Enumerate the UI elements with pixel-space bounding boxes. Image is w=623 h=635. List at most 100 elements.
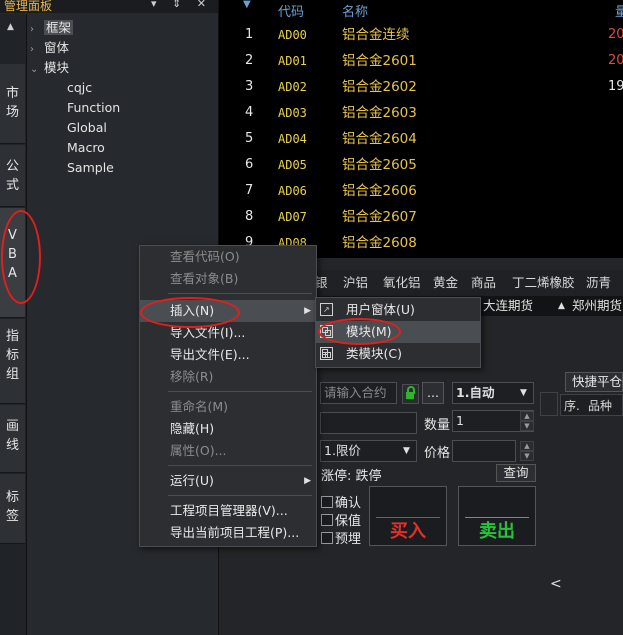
tree-leaf-sample[interactable]: Sample (67, 158, 114, 178)
confirm-checkbox[interactable] (321, 496, 333, 508)
row-code: AD03 (278, 106, 307, 120)
menu-rename[interactable]: 重命名(M) (140, 396, 316, 418)
cat-tab-butadiene-rubber[interactable]: 丁二烯橡胶 (512, 270, 575, 296)
quote-header: ▼ 代码 名称 量 (219, 0, 623, 22)
row-code: AD00 (278, 28, 307, 42)
submenu-userform[interactable]: ↗ 用户窗体(U) (316, 299, 480, 321)
cat-tab-shfe-aluminum[interactable]: 沪铝 (343, 270, 368, 296)
quote-table: ▼ 代码 名称 量 1 AD00 铝合金连续 20 2 AD01 铝合金2601 20 3 A… (219, 0, 623, 258)
hedge-label: 保值 (335, 514, 362, 529)
col-volume[interactable]: 量 (615, 1, 623, 20)
collapse-arrow-icon[interactable]: ⌄ (30, 60, 44, 80)
row-num: 1 (245, 27, 254, 42)
price-down-icon[interactable]: ▼ (520, 451, 534, 461)
cat-tab-asphalt[interactable]: 沥青 (586, 270, 611, 296)
table-row[interactable]: 5 AD04 铝合金2604 (219, 126, 623, 152)
row-code: AD01 (278, 54, 307, 68)
sell-label: 卖出 (479, 521, 515, 542)
submenu-arrow-icon: ▶ (304, 306, 311, 316)
row-name: 铝合金2605 (342, 157, 417, 173)
submenu-class-module[interactable]: 类模块(C) (316, 343, 480, 365)
prebuy-checkbox[interactable] (321, 532, 333, 544)
scroll-box[interactable] (540, 392, 558, 416)
menu-export-project[interactable]: 导出当前项目工程(P)... (140, 522, 316, 544)
menu-hide[interactable]: 隐藏(H) (140, 418, 316, 440)
table-row[interactable]: 7 AD06 铝合金2606 (219, 178, 623, 204)
buy-button[interactable]: 买入 (369, 486, 447, 546)
tab-drawing[interactable]: 画 线 (0, 405, 25, 473)
row-code: AD04 (278, 132, 307, 146)
tree-node-framework[interactable]: › 框架 (30, 18, 74, 40)
menu-view-code[interactable]: 查看代码(O) (140, 246, 316, 268)
sell-button[interactable]: 卖出 (458, 486, 536, 546)
tree-leaf-global[interactable]: Global (67, 118, 107, 138)
price-input[interactable] (452, 440, 516, 462)
tab-label[interactable]: 标 签 (0, 474, 25, 544)
contract-detail-field[interactable] (320, 412, 417, 434)
tree-leaf-function[interactable]: Function (67, 98, 120, 118)
vertical-tab-strip: ▲ 市 场 公 式 V B A 指 标 组 画 线 标 签 (0, 14, 27, 635)
menu-run[interactable]: 运行(U) ▶ (140, 470, 316, 492)
table-row[interactable]: 3 AD02 铝合金2602 19 (219, 74, 623, 100)
panel-title: 管理面板 (4, 0, 53, 13)
row-num: 5 (245, 131, 254, 146)
menu-properties[interactable]: 属性(O)... (140, 440, 316, 462)
tab-formula[interactable]: 公 式 (0, 145, 25, 207)
quantity-down-icon[interactable]: ▼ (520, 421, 534, 431)
tree-node-modules[interactable]: ⌄ 模块 (30, 58, 69, 78)
col-code[interactable]: 代码 (278, 1, 304, 20)
row-volume: 19 (608, 79, 623, 94)
confirm-label: 确认 (335, 496, 362, 511)
tree-node-forms[interactable]: › 窗体 (30, 38, 69, 58)
quick-close-button[interactable]: 快捷平仓 (565, 372, 623, 392)
triangle-up-icon: ▲ (558, 301, 565, 311)
lock-icon[interactable] (402, 384, 419, 404)
menu-remove[interactable]: 移除(R) (140, 366, 316, 388)
hedge-checkbox[interactable] (321, 514, 333, 526)
sort-dropdown-icon[interactable]: ▼ (243, 0, 251, 10)
userform-icon: ↗ (320, 303, 333, 316)
contract-input[interactable]: 请输入合约 (320, 382, 397, 404)
cat-tab-alumina[interactable]: 氧化铝 (383, 270, 421, 296)
chevron-down-icon[interactable]: ▼ (520, 388, 527, 398)
table-row[interactable]: 8 AD07 铝合金2607 (219, 204, 623, 230)
table-row[interactable]: 1 AD00 铝合金连续 20 (219, 22, 623, 48)
buy-label: 买入 (390, 521, 426, 542)
row-name: 铝合金2601 (342, 53, 417, 69)
menu-separator (168, 293, 312, 294)
row-name: 铝合金2607 (342, 209, 417, 225)
quantity-up-icon[interactable]: ▲ (520, 411, 534, 421)
panel-window-buttons[interactable]: ▾ ⇕ ✕ (151, 0, 212, 10)
row-num: 2 (245, 53, 254, 68)
limit-text: 涨停: 跌停 (321, 469, 382, 484)
menu-project-manager[interactable]: 工程项目管理器(V)... (140, 500, 316, 522)
price-up-icon[interactable]: ▲ (520, 441, 534, 451)
row-name: 铝合金2608 (342, 235, 417, 250)
tree-leaf-cqjc[interactable]: cqjc (67, 78, 92, 98)
exchange-tab-dalian[interactable]: 大连期货 (483, 296, 533, 316)
table-row[interactable]: 6 AD05 铝合金2605 (219, 152, 623, 178)
cat-tab-commodity[interactable]: 商品 (471, 270, 496, 296)
col-name[interactable]: 名称 (342, 1, 368, 20)
scroll-up-icon[interactable]: ▲ (7, 22, 14, 32)
chevron-down-icon[interactable]: ▼ (403, 446, 410, 456)
tab-market[interactable]: 市 场 (0, 64, 25, 144)
menu-export-file[interactable]: 导出文件(E)... (140, 344, 316, 366)
position-header: 序. 品种 (560, 394, 623, 416)
context-menu: 查看代码(O) 查看对象(B) 插入(N) ▶ 导入文件(I)... 导出文件(… (139, 245, 317, 547)
more-button[interactable]: ... (422, 382, 444, 404)
table-row[interactable]: 4 AD03 铝合金2603 (219, 100, 623, 126)
query-button[interactable]: 查询 (496, 464, 536, 482)
cat-tab-gold[interactable]: 黄金 (433, 270, 458, 296)
panel-titlebar: 管理面板 ▾ ⇕ ✕ (0, 0, 218, 13)
row-name: 铝合金2603 (342, 105, 417, 121)
expand-arrow-icon[interactable]: › (30, 20, 44, 40)
collapse-chevron-icon[interactable]: < (550, 576, 562, 592)
menu-view-object[interactable]: 查看对象(B) (140, 268, 316, 290)
table-row[interactable]: 2 AD01 铝合金2601 20 (219, 48, 623, 74)
exchange-tab-zhengzhou[interactable]: 郑州期货 (572, 296, 622, 316)
tree-leaf-macro[interactable]: Macro (67, 138, 105, 158)
expand-arrow-icon[interactable]: › (30, 40, 44, 60)
row-name: 铝合金2602 (342, 79, 417, 95)
tab-indicator-group[interactable]: 指 标 组 (0, 319, 25, 404)
